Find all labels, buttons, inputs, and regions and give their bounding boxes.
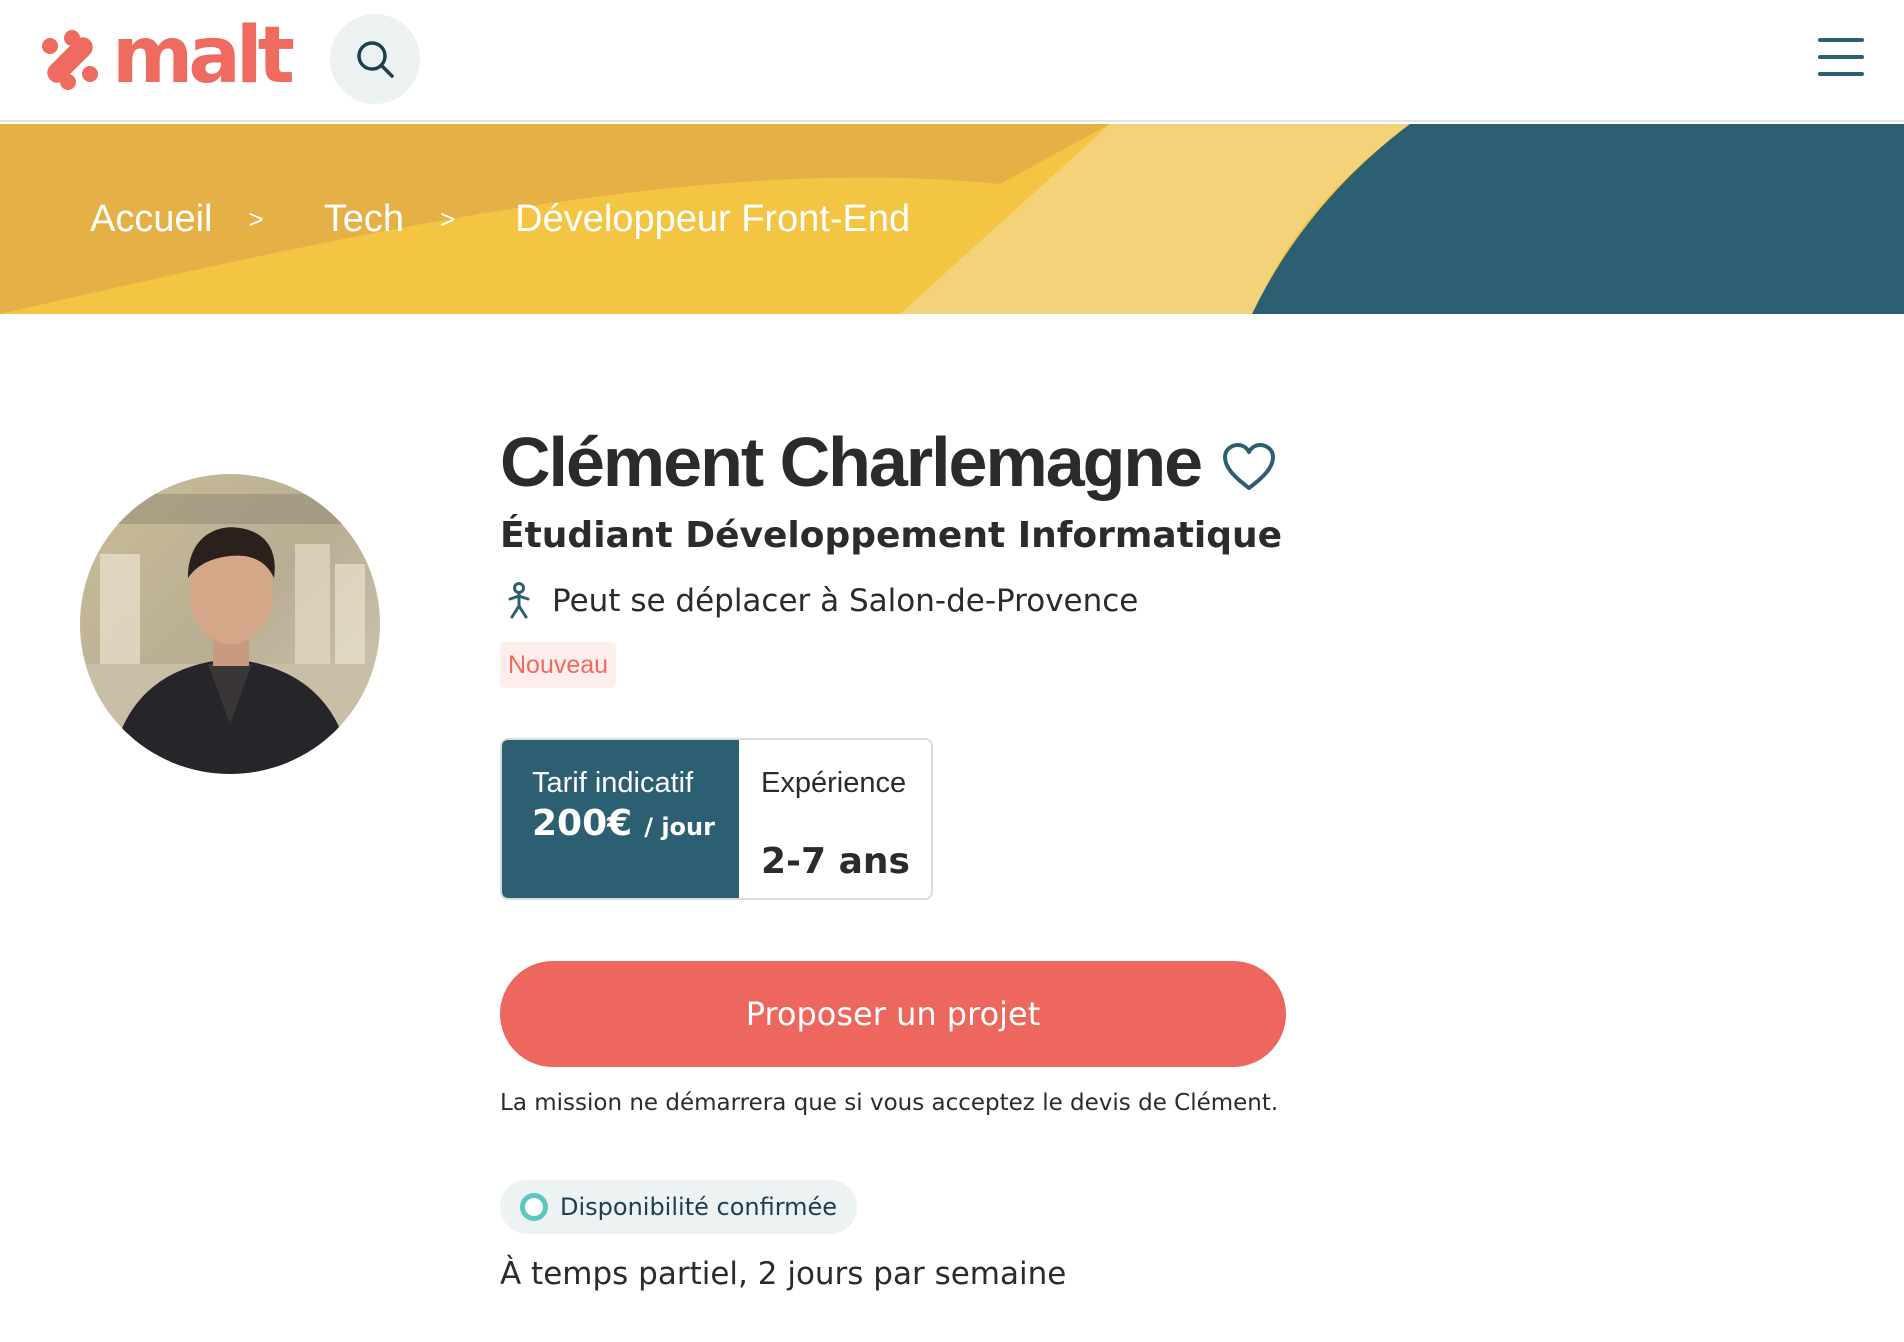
rate-amount: 200€	[532, 803, 633, 844]
malt-logo[interactable]: malt	[38, 11, 295, 101]
freelancer-name: Clément Charlemagne	[500, 423, 1203, 501]
hamburger-menu-button[interactable]	[1818, 36, 1866, 80]
search-icon	[357, 41, 394, 78]
favorite-button[interactable]	[1221, 442, 1277, 492]
rate-label: Tarif indicatif	[532, 767, 694, 799]
search-button[interactable]	[330, 14, 420, 104]
avatar	[80, 474, 380, 774]
rate-panel: Tarif indicatif 200€ / jour	[502, 740, 739, 898]
propose-project-button[interactable]: Proposer un projet	[500, 961, 1286, 1067]
breadcrumb-home[interactable]: Accueil	[90, 198, 213, 241]
rate-price: 200€ / jour	[532, 803, 739, 844]
availability-badge: Disponibilité confirmée	[500, 1180, 858, 1234]
experience-value: 2-7 ans	[761, 841, 910, 882]
location-info: Peut se déplacer à Salon-de-Provence	[500, 582, 1138, 620]
breadcrumb-separator: >	[439, 203, 456, 234]
experience-panel: Expérience 2-7 ans	[739, 740, 931, 898]
new-badge: Nouveau	[500, 642, 617, 688]
name-row: Clément Charlemagne	[500, 422, 1277, 502]
rate-unit: / jour	[644, 813, 715, 841]
malt-logo-icon	[42, 30, 98, 90]
mission-note: La mission ne démarrera que si vous acce…	[500, 1090, 1279, 1116]
breadcrumb-frontend[interactable]: Développeur Front-End	[515, 198, 910, 241]
top-header: malt	[0, 0, 1904, 122]
heart-outline-icon	[1223, 443, 1276, 490]
hamburger-menu-icon	[1818, 38, 1864, 42]
rate-experience-box: Tarif indicatif 200€ / jour Expérience 2…	[500, 738, 933, 900]
location-text: Peut se déplacer à Salon-de-Provence	[552, 583, 1139, 619]
availability-schedule: À temps partiel, 2 jours par semaine	[500, 1256, 1067, 1292]
breadcrumb: Accueil > Tech > Développeur Front-End	[90, 124, 910, 314]
walking-person-icon	[508, 582, 530, 619]
availability-status-icon	[520, 1193, 548, 1221]
breadcrumb-separator: >	[248, 203, 264, 234]
breadcrumb-tech[interactable]: Tech	[324, 198, 404, 241]
page: malt Accueil > Tech > Développeur Front-…	[0, 0, 1904, 1342]
freelancer-headline: Étudiant Développement Informatique	[500, 515, 1283, 556]
category-banner: Accueil > Tech > Développeur Front-End	[0, 124, 1904, 314]
logo-text: malt	[112, 11, 295, 101]
profile-photo	[80, 474, 380, 774]
experience-label: Expérience	[761, 767, 907, 799]
availability-text: Disponibilité confirmée	[560, 1193, 838, 1221]
